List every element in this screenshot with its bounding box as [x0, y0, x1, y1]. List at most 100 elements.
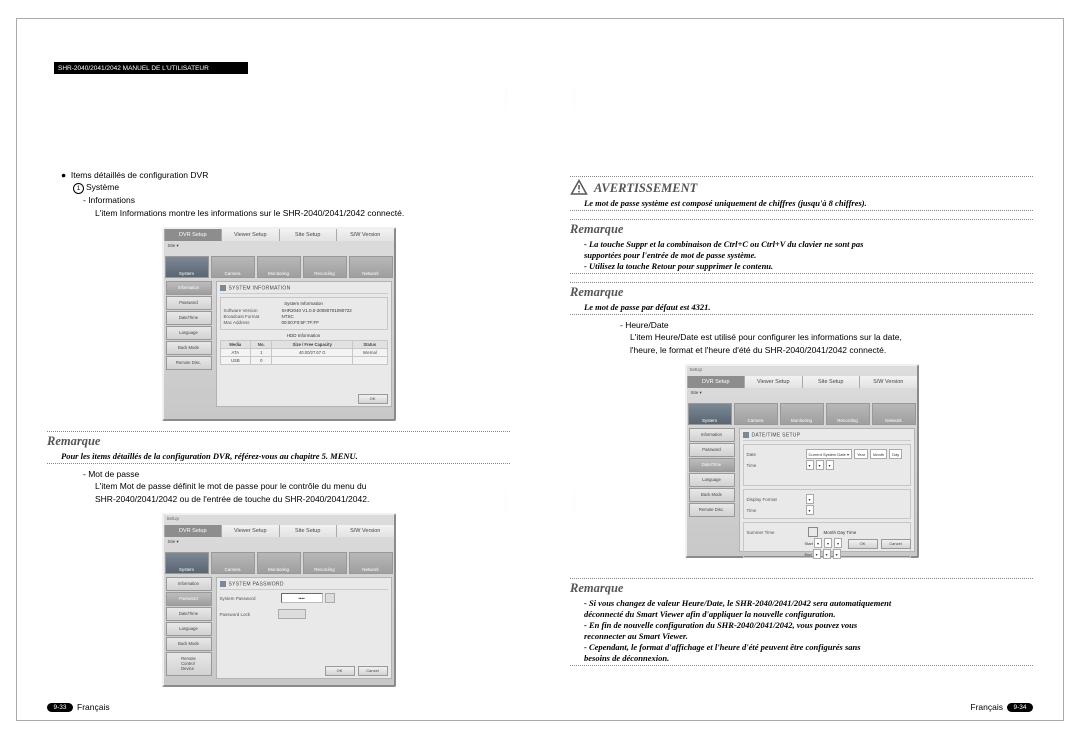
tab-dvr-setup[interactable]: DVR Setup: [687, 376, 745, 388]
tab-viewer-setup[interactable]: Viewer Setup: [221, 229, 279, 241]
remarque4-l3b: besoins de déconnexion.: [570, 653, 1033, 663]
dotted-divider: [47, 431, 510, 432]
icon-camera[interactable]: Camera: [211, 552, 255, 574]
tab-site-setup[interactable]: Site Setup: [279, 229, 337, 241]
icon-recording[interactable]: Recording: [303, 256, 347, 278]
tab-dvr-setup[interactable]: DVR Setup: [164, 229, 222, 241]
screenshot-datetime: SetUp DVR Setup Viewer Setup Site Setup …: [685, 364, 919, 558]
dst-end-d[interactable]: ▾: [823, 549, 831, 559]
left-page: SHR-2040/2041/2042 MANUEL DE L'UTILISATE…: [17, 19, 540, 720]
ss-spin[interactable]: ▾: [826, 460, 834, 470]
side-information[interactable]: Information: [166, 577, 212, 591]
table-row: ATA 1 40.00/27.67 G Internal: [220, 349, 387, 357]
side-backmode[interactable]: Back Mode: [166, 637, 212, 651]
datetime-box1: DateCurrent System Date ▾YearMonthDay Ti…: [743, 444, 911, 486]
remarque4-l3: - Cependant, le format d'affichage et l'…: [570, 642, 1033, 652]
dst-start-d[interactable]: ▾: [824, 538, 832, 548]
side-password[interactable]: Password: [166, 592, 212, 606]
two-page-spread: SHR-2040/2041/2042 MANUEL DE L'UTILISATE…: [16, 18, 1064, 721]
remarque2-l1b: supportées pour l'entrée de mot de passe…: [570, 250, 1033, 260]
hdd-col-status: Status: [353, 341, 387, 349]
timef-spin[interactable]: ▾: [806, 505, 814, 515]
tab-dvr-setup[interactable]: DVR Setup: [164, 525, 222, 537]
dst-start-t[interactable]: ▾: [834, 538, 842, 548]
date-spin[interactable]: Current System Date ▾: [806, 449, 852, 459]
datef-spin[interactable]: ▾: [806, 494, 814, 504]
icon-network[interactable]: Network: [349, 256, 393, 278]
side-backmode[interactable]: Back Mode: [689, 488, 735, 502]
ok-button[interactable]: OK: [358, 394, 388, 404]
left-header-bar: SHR-2040/2041/2042 MANUEL DE L'UTILISATE…: [54, 62, 248, 74]
icon-network[interactable]: Network: [872, 403, 916, 425]
dst-start-m[interactable]: ▾: [814, 538, 822, 548]
side-password[interactable]: Password: [166, 296, 212, 310]
side-language[interactable]: Language: [166, 622, 212, 636]
dotted-divider: [570, 578, 1033, 579]
remarque1-body: Pour les items détaillés de la configura…: [47, 451, 510, 461]
dotted-divider: [570, 282, 1033, 283]
avertissement-title: AVERTISSEMENT: [594, 181, 697, 196]
tab-viewer-setup[interactable]: Viewer Setup: [744, 376, 802, 388]
side-language[interactable]: Language: [689, 473, 735, 487]
side-language[interactable]: Language: [166, 326, 212, 340]
datetime-box2: Display Format▾ Time▾: [743, 489, 911, 519]
cancel-button[interactable]: Cancel: [358, 666, 388, 676]
mac-label: Mac Address: [224, 320, 282, 325]
tab-site-setup[interactable]: Site Setup: [279, 525, 337, 537]
icon-monitoring[interactable]: Monitoring: [257, 552, 301, 574]
remarque4-l1: - Si vous changez de valeur Heure/Date, …: [570, 598, 1033, 608]
day-spin[interactable]: Day: [889, 449, 902, 459]
pane-title-sysinfo: SYSTEM INFORMATION: [220, 285, 388, 294]
side-password[interactable]: Password: [689, 443, 735, 457]
remarque2-l2: - Utilisez la touche Retour pour supprim…: [570, 261, 1033, 271]
cancel-button[interactable]: Cancel: [881, 539, 911, 549]
month-spin[interactable]: Month: [870, 449, 887, 459]
icon-recording[interactable]: Recording: [826, 403, 870, 425]
shot2-sidebar: Information Password Date/Time Language …: [164, 575, 214, 681]
hh-spin[interactable]: ▾: [806, 460, 814, 470]
side-remote[interactable]: RemoteControlDevice: [166, 652, 212, 676]
side-datetime[interactable]: Date/Time: [689, 458, 735, 472]
tab-sw-version[interactable]: S/W Version: [336, 229, 394, 241]
side-datetime[interactable]: Date/Time: [166, 311, 212, 325]
side-backmode[interactable]: Back Mode: [166, 341, 212, 355]
tab-viewer-setup[interactable]: Viewer Setup: [221, 525, 279, 537]
ok-button[interactable]: OK: [848, 539, 878, 549]
icon-recording[interactable]: Recording: [303, 552, 347, 574]
shot1-tabrow: DVR Setup Viewer Setup Site Setup S/W Ve…: [164, 229, 394, 241]
icon-camera[interactable]: Camera: [734, 403, 778, 425]
password-edit-icon[interactable]: [325, 593, 335, 603]
dst-end-m[interactable]: ▾: [813, 549, 821, 559]
tab-sw-version[interactable]: S/W Version: [859, 376, 917, 388]
pane-title-datetime: DATE/TIME SETUP: [743, 432, 911, 441]
heuredate-l1: L'item Heure/Date est utilisé pour confi…: [630, 331, 1033, 343]
side-datetime[interactable]: Date/Time: [166, 607, 212, 621]
icon-monitoring[interactable]: Monitoring: [257, 256, 301, 278]
icon-network[interactable]: Network: [349, 552, 393, 574]
informations-desc: L'item Informations montre les informati…: [95, 207, 510, 219]
passlock-toggle[interactable]: [278, 609, 306, 619]
swver-label: Software Version: [224, 308, 282, 313]
side-remote[interactable]: Remote Disc.: [166, 356, 212, 370]
informations-label: - Informations: [83, 194, 510, 206]
icon-system[interactable]: System: [165, 256, 209, 278]
tab-site-setup[interactable]: Site Setup: [802, 376, 860, 388]
page-num-right: 9-34: [1007, 703, 1033, 712]
tab-sw-version[interactable]: S/W Version: [336, 525, 394, 537]
icon-system[interactable]: System: [165, 552, 209, 574]
year-spin[interactable]: Year: [854, 449, 868, 459]
password-field[interactable]: ••••: [281, 593, 323, 603]
icon-system[interactable]: System: [688, 403, 732, 425]
side-remote[interactable]: Remote Disc.: [689, 503, 735, 517]
side-information[interactable]: Information: [689, 428, 735, 442]
screenshot-password: SetUp DVR Setup Viewer Setup Site Setup …: [162, 513, 396, 687]
ok-button[interactable]: OK: [325, 666, 355, 676]
motdepasse-l1: L'item Mot de passe définit le mot de pa…: [95, 480, 510, 492]
icon-camera[interactable]: Camera: [211, 256, 255, 278]
remarque4-l1b: déconnecté du Smart Viewer afin d'appliq…: [570, 609, 1033, 619]
side-information[interactable]: Information: [166, 281, 212, 295]
icon-monitoring[interactable]: Monitoring: [780, 403, 824, 425]
mm-spin[interactable]: ▾: [816, 460, 824, 470]
dst-end-t[interactable]: ▾: [833, 549, 841, 559]
dst-checkbox[interactable]: [808, 527, 818, 537]
